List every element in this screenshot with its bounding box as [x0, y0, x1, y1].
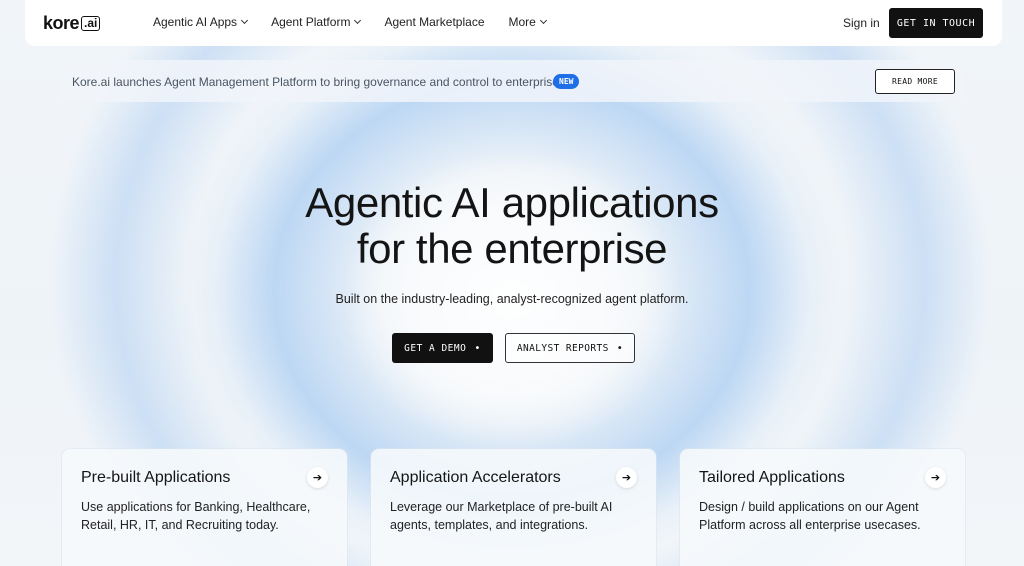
menu-item-agent-platform[interactable]: Agent Platform — [271, 15, 362, 29]
top-navbar: kore .ai Agentic AI Apps Agent Platform … — [25, 0, 1002, 46]
card-application-accelerators[interactable]: Application Accelerators ➔ Leverage our … — [371, 449, 656, 566]
card-title: Pre-built Applications — [81, 469, 231, 486]
card-description: Design / build applications on our Agent… — [699, 500, 921, 532]
card-title: Tailored Applications — [699, 469, 845, 486]
logo-wordmark: kore — [43, 12, 80, 33]
menu-item-label: Agentic AI Apps — [153, 15, 238, 29]
bullet-icon: • — [474, 342, 481, 354]
kore-ai-logo[interactable]: kore .ai — [43, 12, 101, 33]
menu-item-more[interactable]: More — [508, 15, 547, 29]
hero-title-line-2: for the enterprise — [356, 225, 668, 272]
main-menu: Agentic AI Apps Agent Platform Agent Mar… — [153, 15, 570, 29]
announcement-text[interactable]: Kore.ai launches Agent Management Platfo… — [72, 75, 573, 89]
card-description: Use applications for Banking, Healthcare… — [81, 500, 311, 532]
hero-subtitle: Built on the industry-leading, analyst-r… — [335, 292, 689, 306]
read-more-button[interactable]: READ MORE — [875, 69, 955, 94]
menu-item-label: Agent Platform — [271, 15, 351, 29]
card-tailored-applications[interactable]: Tailored Applications ➔ Design / build a… — [680, 449, 965, 566]
menu-item-label: Agent Marketplace — [384, 15, 485, 29]
menu-item-label: More — [508, 15, 536, 29]
get-a-demo-button[interactable]: GET A DEMO • — [392, 333, 493, 363]
arrow-right-icon[interactable]: ➔ — [307, 467, 328, 488]
bullet-icon: • — [616, 342, 624, 354]
arrow-right-icon[interactable]: ➔ — [925, 467, 946, 488]
card-title: Application Accelerators — [390, 469, 561, 486]
sign-in-link[interactable]: Sign in — [843, 16, 880, 30]
chevron-down-icon — [354, 16, 362, 24]
analyst-reports-label: ANALYST REPORTS — [516, 342, 609, 354]
arrow-right-icon[interactable]: ➔ — [616, 467, 637, 488]
get-in-touch-button[interactable]: GET IN TOUCH — [889, 8, 983, 38]
logo-ai-box: .ai — [81, 15, 101, 31]
card-description: Leverage our Marketplace of pre-built AI… — [390, 500, 613, 532]
new-badge: NEW — [553, 74, 580, 89]
analyst-reports-button[interactable]: ANALYST REPORTS • — [505, 333, 635, 363]
hero-title-line-1: Agentic AI applications — [305, 179, 719, 226]
hero-title: Agentic AI applications for the enterpri… — [212, 180, 812, 272]
menu-item-agent-marketplace[interactable]: Agent Marketplace — [384, 15, 484, 29]
get-a-demo-label: GET A DEMO — [404, 342, 467, 354]
chevron-down-icon — [539, 16, 547, 24]
announcement-banner: Kore.ai launches Agent Management Platfo… — [62, 60, 964, 102]
menu-item-agentic-ai-apps[interactable]: Agentic AI Apps — [153, 15, 249, 29]
chevron-down-icon — [241, 16, 249, 24]
card-prebuilt-applications[interactable]: Pre-built Applications ➔ Use application… — [62, 449, 347, 566]
